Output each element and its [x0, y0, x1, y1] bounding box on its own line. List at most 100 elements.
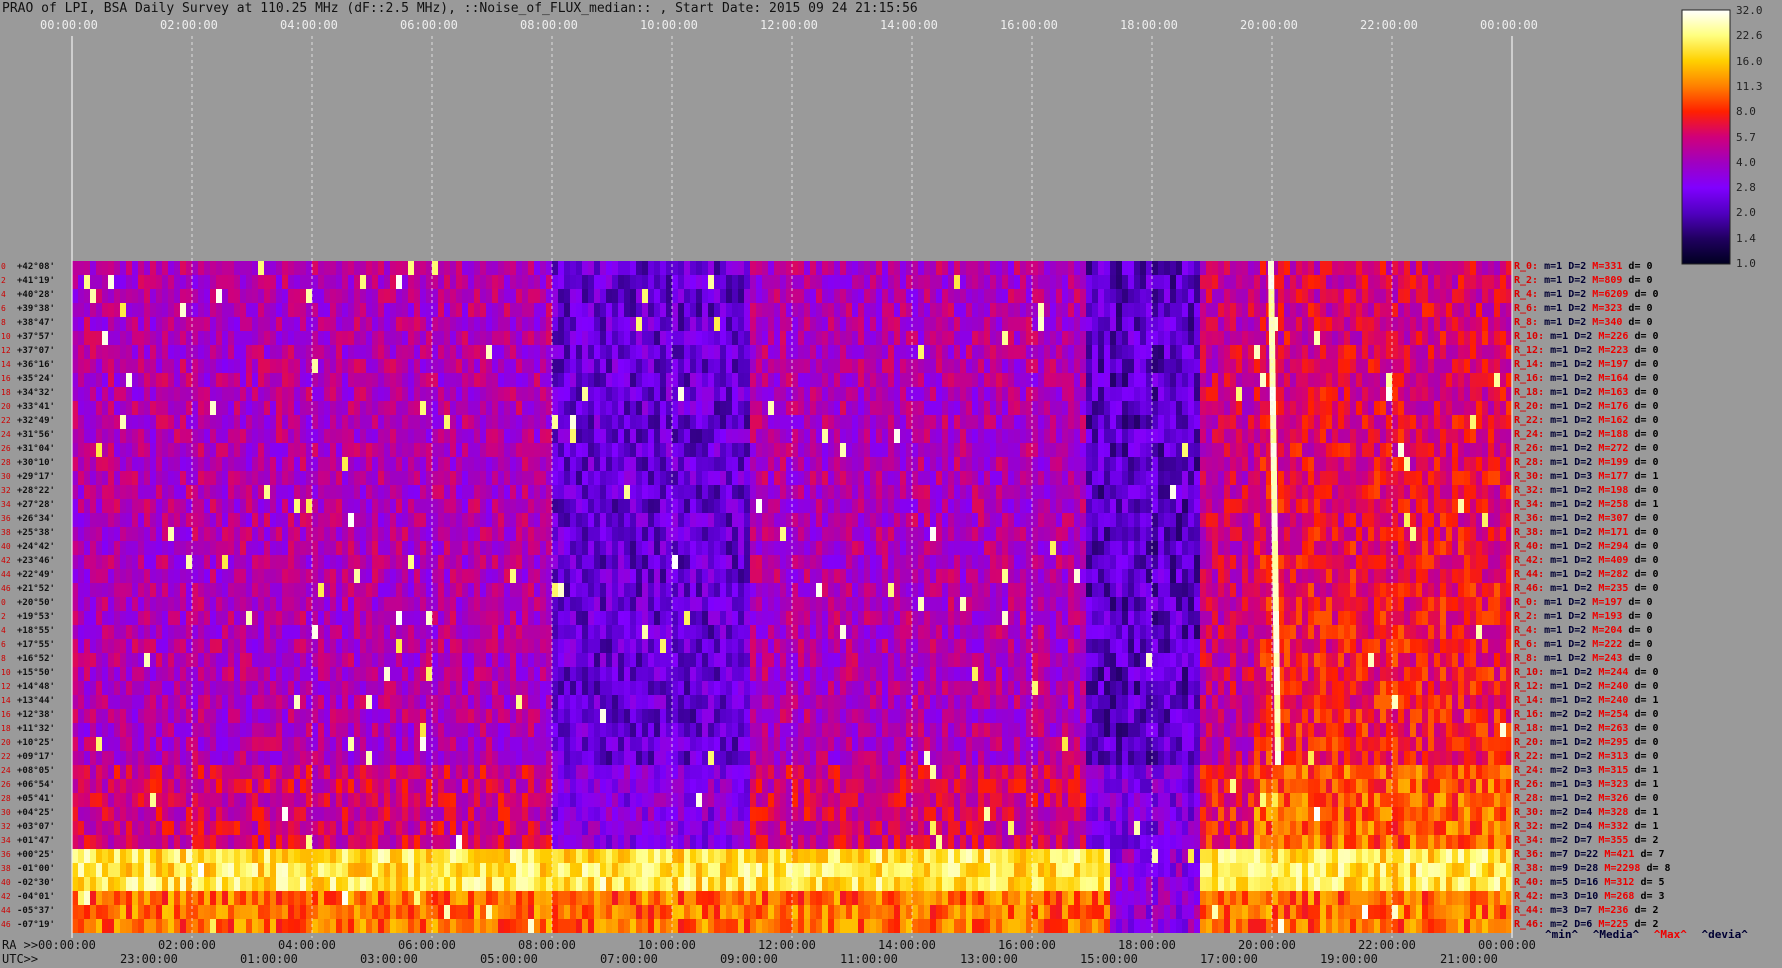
- row-number: 36: [1, 850, 11, 859]
- stat-dev: d= 0: [1634, 513, 1659, 524]
- stat-min: m=2: [1550, 709, 1575, 720]
- stat-r: R_2:: [1514, 611, 1545, 622]
- row-stat: R_22: m=1 D=2 M=162 d= 0: [1514, 415, 1659, 427]
- stat-dev: d= 8: [1646, 863, 1671, 874]
- stat-r: R_6:: [1514, 639, 1545, 650]
- row-number: 22: [1, 416, 11, 425]
- declination-label: +05°41': [17, 794, 55, 804]
- declination-label: +15°50': [17, 668, 55, 678]
- bright-source-cell: [1274, 723, 1281, 737]
- stat-r: R_34:: [1514, 499, 1551, 510]
- row-stat: R_20: m=1 D=2 M=295 d= 0: [1514, 737, 1659, 749]
- stat-dev: d= 0: [1634, 723, 1659, 734]
- declination-label: +11°32': [17, 724, 55, 734]
- utc-tick-label: 19:00:00: [1320, 952, 1378, 966]
- stat-min: m=1: [1550, 527, 1575, 538]
- stat-max: M=197: [1592, 597, 1629, 608]
- declination-label: +18°55': [17, 626, 55, 636]
- row-number: 24: [1, 766, 11, 775]
- row-number: 18: [1, 724, 11, 733]
- declination-label: +14°48': [17, 682, 55, 692]
- row-stat: R_36: m=7 D=22 M=421 d= 7: [1514, 849, 1665, 861]
- stat-med: D=2: [1568, 289, 1593, 300]
- stat-r: R_4:: [1514, 289, 1545, 300]
- stat-r: R_44:: [1514, 905, 1551, 916]
- stat-dev: d= 0: [1634, 443, 1659, 454]
- stat-min: m=1: [1550, 387, 1575, 398]
- stat-max: M=188: [1598, 429, 1635, 440]
- stat-max: M=328: [1598, 807, 1635, 818]
- row-stat: R_28: m=1 D=2 M=199 d= 0: [1514, 457, 1659, 469]
- stat-min: m=1: [1550, 471, 1575, 482]
- stat-dev: d= 0: [1634, 541, 1659, 552]
- stat-max: M=176: [1598, 401, 1635, 412]
- stat-r: R_26:: [1514, 779, 1551, 790]
- stat-med: D=2: [1574, 555, 1599, 566]
- utc-tick-label: 13:00:00: [960, 952, 1018, 966]
- row-number: 40: [1, 878, 11, 887]
- colorbar-tick-label: 1.4: [1736, 231, 1756, 245]
- stat-min: m=1: [1550, 695, 1575, 706]
- row-number: 36: [1, 514, 11, 523]
- bright-source-cell: [1274, 709, 1281, 723]
- stat-r: R_40:: [1514, 541, 1551, 552]
- row-number: 44: [1, 570, 11, 579]
- stat-dev: d= 0: [1634, 373, 1659, 384]
- row-number: 12: [1, 682, 11, 691]
- ra-tick-label: 06:00:00: [398, 938, 456, 952]
- declination-label: -02°30': [17, 878, 55, 888]
- stat-max: M=263: [1598, 723, 1635, 734]
- declination-label: +21°52': [17, 584, 55, 594]
- stat-med: D=2: [1574, 583, 1599, 594]
- stat-med: D=2: [1568, 261, 1593, 272]
- stat-min: m=1: [1550, 779, 1575, 790]
- ra-tick-label: 08:00:00: [518, 938, 576, 952]
- legend-max: ^Max^: [1653, 928, 1687, 941]
- top-tick-label: 04:00:00: [280, 18, 338, 32]
- ra-tick-label: 18:00:00: [1118, 938, 1176, 952]
- colorbar-tick-label: 1.0: [1736, 257, 1756, 270]
- stat-min: m=1: [1550, 513, 1575, 524]
- row-stat: R_30: m=1 D=3 M=177 d= 1: [1514, 471, 1659, 483]
- declination-label: +29°17': [17, 472, 55, 482]
- stat-max: M=223: [1598, 345, 1635, 356]
- stat-med: D=7: [1574, 905, 1599, 916]
- row-number: 28: [1, 794, 11, 803]
- declination-label: +04°25': [17, 808, 55, 818]
- stat-dev: d= 0: [1634, 681, 1659, 692]
- stat-dev: d= 1: [1634, 821, 1659, 832]
- stat-med: D=2: [1574, 737, 1599, 748]
- upper-empty-area: [72, 36, 1512, 261]
- bright-source-cell: [1274, 695, 1281, 709]
- chart-title: PRAO of LPI, BSA Daily Survey at 110.25 …: [2, 1, 918, 16]
- row-number: 44: [1, 906, 11, 915]
- top-tick-label: 10:00:00: [640, 18, 698, 32]
- declination-label: +31°04': [17, 444, 55, 454]
- stat-dev: d= 0: [1628, 653, 1653, 664]
- stat-max: M=226: [1598, 331, 1635, 342]
- bright-source-cell: [1268, 261, 1274, 275]
- row-number: 24: [1, 430, 11, 439]
- stat-r: R_14:: [1514, 695, 1551, 706]
- stat-max: M=162: [1598, 415, 1635, 426]
- stat-max: M=307: [1598, 513, 1635, 524]
- stat-r: R_4:: [1514, 625, 1545, 636]
- top-tick-label: 20:00:00: [1240, 18, 1298, 32]
- stat-max: M=2298: [1604, 863, 1647, 874]
- row-stat: R_32: m=1 D=2 M=198 d= 0: [1514, 485, 1659, 497]
- stat-dev: d= 0: [1634, 667, 1659, 678]
- colorbar-tick-label: 32.0: [1736, 4, 1763, 17]
- row-number: 32: [1, 486, 11, 495]
- declination-label: +20°50': [17, 598, 55, 608]
- stat-min: m=1: [1550, 737, 1575, 748]
- row-number: 2: [1, 612, 6, 621]
- row-number: 0: [1, 262, 6, 271]
- stat-r: R_24:: [1514, 765, 1551, 776]
- row-number: 46: [1, 584, 11, 593]
- stat-max: M=164: [1598, 373, 1635, 384]
- stat-med: D=2: [1574, 723, 1599, 734]
- row-stat: R_0: m=1 D=2 M=331 d= 0: [1514, 261, 1653, 273]
- declination-label: +30°10': [17, 458, 55, 468]
- declination-label: +33°41': [17, 402, 55, 412]
- bright-source-cell: [1271, 527, 1278, 541]
